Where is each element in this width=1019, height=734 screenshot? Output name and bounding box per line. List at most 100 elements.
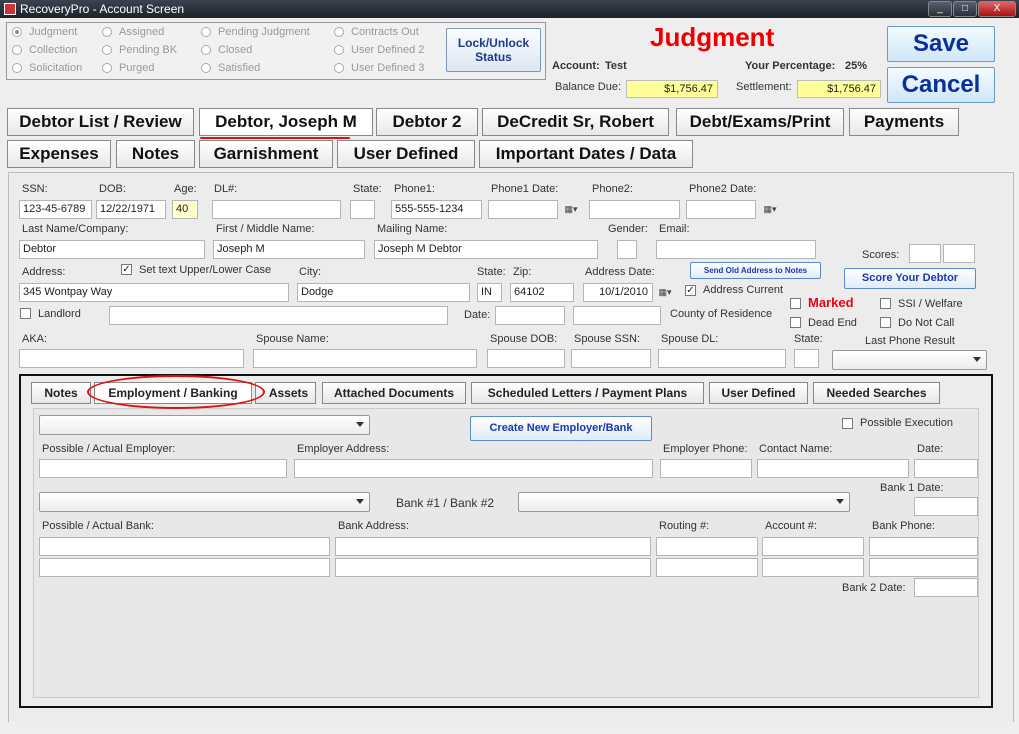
spouse-ssn-field[interactable] bbox=[571, 349, 651, 368]
radio-closed[interactable]: Closed bbox=[201, 43, 252, 57]
bank1-select[interactable] bbox=[39, 492, 370, 512]
chevron-down-icon bbox=[836, 499, 844, 504]
status-bar bbox=[0, 722, 1019, 734]
address-field[interactable]: 345 Wontpay Way bbox=[19, 283, 289, 302]
bank2-select[interactable] bbox=[518, 492, 850, 512]
radio-assigned[interactable]: Assigned bbox=[102, 25, 164, 39]
county-field[interactable] bbox=[573, 306, 661, 325]
tab-user-defined[interactable]: User Defined bbox=[337, 140, 475, 168]
subtab-scheduled-letters[interactable]: Scheduled Letters / Payment Plans bbox=[471, 382, 704, 404]
create-employer-bank-button[interactable]: Create New Employer/Bank bbox=[470, 416, 652, 441]
radio-user-defined-3[interactable]: User Defined 3 bbox=[334, 61, 424, 75]
last-phone-result-select[interactable] bbox=[832, 350, 987, 370]
bank1-name-field[interactable] bbox=[39, 537, 330, 556]
employer-address-field[interactable] bbox=[294, 459, 653, 478]
spouse-dl-field[interactable] bbox=[658, 349, 786, 368]
employer-phone-field[interactable] bbox=[660, 459, 752, 478]
possible-execution-checkbox[interactable] bbox=[842, 418, 853, 429]
spouse-state-field[interactable] bbox=[794, 349, 819, 368]
radio-judgment[interactable]: Judgment bbox=[12, 25, 77, 39]
dob-field[interactable]: 12/22/1971 bbox=[96, 200, 166, 219]
tab-debtor-list-review[interactable]: Debtor List / Review bbox=[7, 108, 194, 136]
tab-debtor-2[interactable]: Debtor 2 bbox=[376, 108, 478, 136]
tab-payments[interactable]: Payments bbox=[849, 108, 959, 136]
firstname-field[interactable]: Joseph M bbox=[213, 240, 365, 259]
email-field[interactable] bbox=[656, 240, 816, 259]
score-field-1[interactable] bbox=[909, 244, 941, 263]
bank2-phone-field[interactable] bbox=[869, 558, 978, 577]
subtab-notes[interactable]: Notes bbox=[31, 382, 91, 404]
tab-debtor-joseph[interactable]: Debtor, Joseph M bbox=[199, 108, 373, 136]
landlord-date-field[interactable] bbox=[495, 306, 565, 325]
address-current-checkbox[interactable]: ✓ bbox=[685, 285, 696, 296]
tab-garnishment[interactable]: Garnishment bbox=[199, 140, 333, 168]
send-old-address-button[interactable]: Send Old Address to Notes bbox=[690, 262, 821, 279]
tab-expenses[interactable]: Expenses bbox=[7, 140, 111, 168]
ssi-welfare-checkbox[interactable] bbox=[880, 298, 891, 309]
phone1-date-field[interactable] bbox=[488, 200, 558, 219]
do-not-call-checkbox[interactable] bbox=[880, 317, 891, 328]
bank2-date-field[interactable] bbox=[914, 578, 978, 597]
phone2-field[interactable] bbox=[589, 200, 680, 219]
calendar-icon[interactable]: ▦▾ bbox=[560, 200, 582, 218]
calendar-icon[interactable]: ▦▾ bbox=[654, 283, 676, 301]
aka-field[interactable] bbox=[19, 349, 244, 368]
landlord-field[interactable] bbox=[109, 306, 448, 325]
bank2-address-field[interactable] bbox=[335, 558, 651, 577]
tab-decredit[interactable]: DeCredit Sr, Robert bbox=[482, 108, 669, 136]
settext-checkbox[interactable]: ✓ bbox=[121, 264, 132, 275]
phone2-date-field[interactable] bbox=[686, 200, 756, 219]
state-field[interactable] bbox=[350, 200, 375, 219]
close-button[interactable]: X bbox=[978, 1, 1016, 17]
bank2-routing-field[interactable] bbox=[656, 558, 758, 577]
bank1-address-field[interactable] bbox=[335, 537, 651, 556]
bank1-phone-field[interactable] bbox=[869, 537, 978, 556]
gender-field[interactable] bbox=[617, 240, 637, 259]
cancel-button[interactable]: Cancel bbox=[887, 67, 995, 103]
subtab-attached-documents[interactable]: Attached Documents bbox=[322, 382, 466, 404]
radio-pending-judgment[interactable]: Pending Judgment bbox=[201, 25, 310, 39]
city-field[interactable]: Dodge bbox=[297, 283, 470, 302]
radio-pending-bk[interactable]: Pending BK bbox=[102, 43, 177, 57]
mailing-field[interactable]: Joseph M Debtor bbox=[374, 240, 598, 259]
radio-solicitation[interactable]: Solicitation bbox=[12, 61, 82, 75]
bank1-date-field[interactable] bbox=[914, 497, 978, 516]
tab-important-dates[interactable]: Important Dates / Data bbox=[479, 140, 693, 168]
phone1-field[interactable]: 555-555-1234 bbox=[391, 200, 482, 219]
spouse-dob-field[interactable] bbox=[487, 349, 565, 368]
radio-satisfied[interactable]: Satisfied bbox=[201, 61, 260, 75]
score-your-debtor-button[interactable]: Score Your Debtor bbox=[844, 268, 976, 289]
tab-debt-exams-print[interactable]: Debt/Exams/Print bbox=[676, 108, 844, 136]
subtab-needed-searches[interactable]: Needed Searches bbox=[813, 382, 940, 404]
subtab-user-defined[interactable]: User Defined bbox=[709, 382, 808, 404]
radio-purged[interactable]: Purged bbox=[102, 61, 154, 75]
save-button[interactable]: Save bbox=[887, 26, 995, 62]
bank1-account-field[interactable] bbox=[762, 537, 864, 556]
tab-notes[interactable]: Notes bbox=[116, 140, 195, 168]
marked-checkbox[interactable] bbox=[790, 298, 801, 309]
state2-field[interactable]: IN bbox=[477, 283, 502, 302]
dl-field[interactable] bbox=[212, 200, 341, 219]
employer-date-field[interactable] bbox=[914, 459, 978, 478]
bank2-name-field[interactable] bbox=[39, 558, 330, 577]
score-field-2[interactable] bbox=[943, 244, 975, 263]
dead-end-checkbox[interactable] bbox=[790, 317, 801, 328]
calendar-icon[interactable]: ▦▾ bbox=[759, 200, 781, 218]
zip-field[interactable]: 64102 bbox=[510, 283, 574, 302]
bank1-routing-field[interactable] bbox=[656, 537, 758, 556]
minimize-button[interactable]: _ bbox=[928, 1, 952, 17]
lock-unlock-status-button[interactable]: Lock/Unlock Status bbox=[446, 28, 541, 72]
ssn-field[interactable]: 123-45-6789 bbox=[19, 200, 92, 219]
radio-contracts-out[interactable]: Contracts Out bbox=[334, 25, 419, 39]
contact-name-field[interactable] bbox=[757, 459, 909, 478]
address-date-field[interactable]: 10/1/2010 bbox=[583, 283, 653, 302]
employer-field[interactable] bbox=[39, 459, 287, 478]
landlord-checkbox[interactable] bbox=[20, 308, 31, 319]
maximize-button[interactable]: □ bbox=[953, 1, 977, 17]
radio-collection[interactable]: Collection bbox=[12, 43, 77, 57]
bank2-account-field[interactable] bbox=[762, 558, 864, 577]
employer-select[interactable] bbox=[39, 415, 370, 435]
radio-user-defined-2[interactable]: User Defined 2 bbox=[334, 43, 424, 57]
spouse-name-field[interactable] bbox=[253, 349, 477, 368]
lastname-field[interactable]: Debtor bbox=[19, 240, 205, 259]
